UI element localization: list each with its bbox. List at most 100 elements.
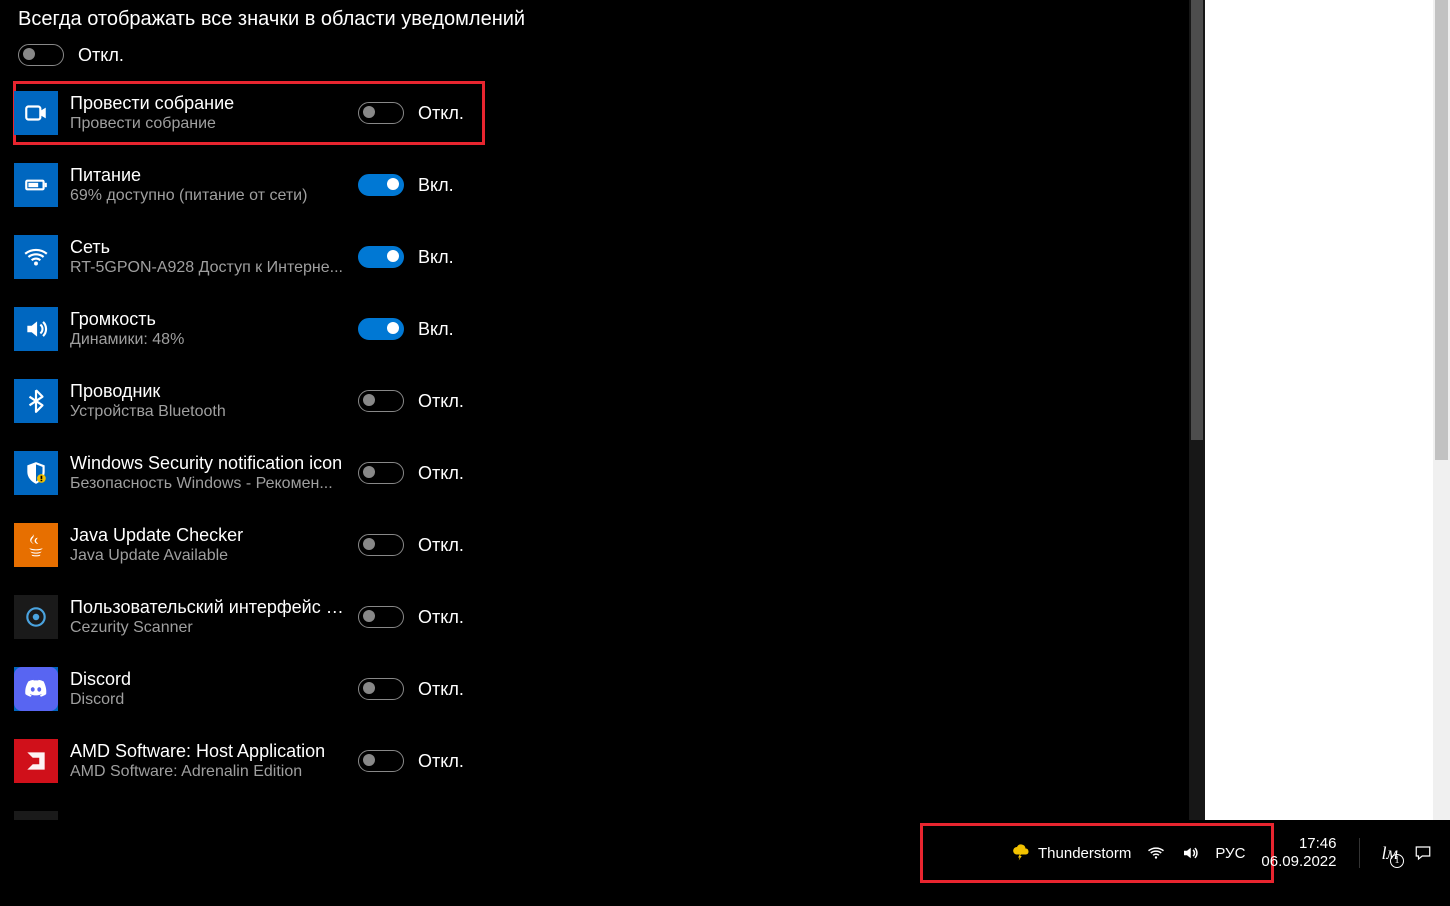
battery-icon xyxy=(14,163,58,207)
toggle-group: Вкл. xyxy=(358,246,454,268)
tray-separator xyxy=(1359,838,1360,868)
toggle-group: Откл. xyxy=(358,462,464,484)
toggle-label: Вкл. xyxy=(418,319,454,340)
weather-text: Thunderstorm xyxy=(1038,845,1131,862)
language-indicator[interactable]: РУС xyxy=(1215,845,1245,862)
amd-icon xyxy=(14,739,58,783)
master-toggle[interactable] xyxy=(18,44,64,66)
action-center-icon[interactable] xyxy=(1414,844,1432,862)
thunderstorm-icon xyxy=(1012,844,1030,862)
item-title: Сеть xyxy=(70,236,350,258)
item-labels: Провести собраниеПровести собрание xyxy=(70,92,350,134)
toggle[interactable] xyxy=(358,390,404,412)
scrollbar-thumb[interactable] xyxy=(1191,0,1203,440)
tray-icon-item-meet[interactable]: Провести собраниеПровести собрание Откл. xyxy=(14,82,484,144)
tray-icon-item-discord[interactable]: DiscordDiscord Откл. xyxy=(14,658,484,720)
tray-icon-item-cezurity[interactable]: Пользовательский интерфейс Cez...Cezurit… xyxy=(14,586,484,648)
item-labels: Пользовательский интерфейс Cez...Cezurit… xyxy=(70,596,350,638)
right-panel xyxy=(1205,0,1450,820)
item-labels: Java Update CheckerJava Update Available xyxy=(70,524,350,566)
settings-scrollbar[interactable] xyxy=(1189,0,1205,820)
toggle[interactable] xyxy=(358,678,404,700)
toggle-group: Вкл. xyxy=(358,318,454,340)
toggle[interactable] xyxy=(358,534,404,556)
toggle[interactable] xyxy=(358,750,404,772)
bluetooth-icon xyxy=(14,379,58,423)
clock-date: 06.09.2022 xyxy=(1261,853,1336,871)
toggle[interactable] xyxy=(358,102,404,124)
toggle-group: Вкл. xyxy=(358,174,454,196)
item-subtitle: Безопасность Windows - Рекомен... xyxy=(70,474,350,494)
settings-panel: Всегда отображать все значки в области у… xyxy=(0,0,1205,820)
item-subtitle: RT-5GPON-A928 Доступ к Интерне... xyxy=(70,258,350,278)
toggle[interactable] xyxy=(358,246,404,268)
toggle-label: Откл. xyxy=(418,535,464,556)
item-title: Пользовательский интерфейс Cez... xyxy=(70,596,350,618)
heading-always-show-icons: Всегда отображать все значки в области у… xyxy=(18,8,525,31)
discord-icon xyxy=(14,667,58,711)
tray-icon-item-battery[interactable]: Питание69% доступно (питание от сети) Вкл… xyxy=(14,154,484,216)
tray-icon-item-java[interactable]: Java Update CheckerJava Update Available… xyxy=(14,514,484,576)
steam-icon xyxy=(14,811,58,820)
clock-time: 17:46 xyxy=(1261,835,1336,853)
item-subtitle: Cezurity Scanner xyxy=(70,618,350,638)
cezurity-icon xyxy=(14,595,58,639)
toggle-label: Вкл. xyxy=(418,175,454,196)
java-icon xyxy=(14,523,58,567)
meet-icon xyxy=(14,91,58,135)
right-scrollbar[interactable] xyxy=(1433,0,1450,820)
item-title: Провести собрание xyxy=(70,92,350,114)
item-labels: DiscordDiscord xyxy=(70,668,350,710)
scrollbar-thumb[interactable] xyxy=(1435,0,1448,460)
volume-tray-icon[interactable] xyxy=(1181,844,1199,862)
item-subtitle: Динамики: 48% xyxy=(70,330,350,350)
weather-widget[interactable]: Thunderstorm xyxy=(1012,844,1131,862)
item-labels: ГромкостьДинамики: 48% xyxy=(70,308,350,350)
toggle[interactable] xyxy=(358,606,404,628)
toggle[interactable] xyxy=(358,318,404,340)
item-labels: Питание69% доступно (питание от сети) xyxy=(70,164,350,206)
toggle-label: Откл. xyxy=(418,103,464,124)
toggle-label: Откл. xyxy=(418,391,464,412)
item-subtitle: Провести собрание xyxy=(70,114,350,134)
toggle[interactable] xyxy=(358,174,404,196)
tray-icon-item-shield[interactable]: Windows Security notification iconБезопа… xyxy=(14,442,484,504)
item-labels: Windows Security notification iconБезопа… xyxy=(70,452,350,494)
item-title: AMD Software: Host Application xyxy=(70,740,350,762)
item-title: Проводник xyxy=(70,380,350,402)
ime-indicator[interactable]: lм1 xyxy=(1382,843,1399,864)
toggle-group: Откл. xyxy=(358,678,464,700)
master-toggle-label: Откл. xyxy=(78,45,124,66)
item-subtitle: 69% доступно (питание от сети) xyxy=(70,186,350,206)
toggle-label: Вкл. xyxy=(418,247,454,268)
toggle-group: Откл. xyxy=(358,390,464,412)
wifi-icon xyxy=(14,235,58,279)
item-title: Громкость xyxy=(70,308,350,330)
item-subtitle: Устройства Bluetooth xyxy=(70,402,350,422)
master-toggle-row: Откл. xyxy=(18,44,124,66)
tray-icon-item-volume[interactable]: ГромкостьДинамики: 48% Вкл. xyxy=(14,298,484,360)
toggle-label: Откл. xyxy=(418,751,464,772)
toggle[interactable] xyxy=(358,462,404,484)
icon-toggle-list: Провести собраниеПровести собраниеОткл.П… xyxy=(14,82,484,820)
toggle-label: Откл. xyxy=(418,463,464,484)
toggle-group: Откл. xyxy=(358,102,464,124)
item-labels: AMD Software: Host ApplicationAMD Softwa… xyxy=(70,740,350,782)
item-labels: СетьRT-5GPON-A928 Доступ к Интерне... xyxy=(70,236,350,278)
item-subtitle: Discord xyxy=(70,690,350,710)
toggle-group: Откл. xyxy=(358,606,464,628)
toggle-group: Откл. xyxy=(358,534,464,556)
shield-icon xyxy=(14,451,58,495)
tray-icon-item-steam[interactable]: SteamОткл. xyxy=(14,802,484,820)
tray-icon-item-bluetooth[interactable]: ПроводникУстройства Bluetooth Откл. xyxy=(14,370,484,432)
tray-icon-item-amd[interactable]: AMD Software: Host ApplicationAMD Softwa… xyxy=(14,730,484,792)
wifi-tray-icon[interactable] xyxy=(1147,844,1165,862)
item-title: Java Update Checker xyxy=(70,524,350,546)
toggle-label: Откл. xyxy=(418,607,464,628)
item-title: Windows Security notification icon xyxy=(70,452,350,474)
item-title: Discord xyxy=(70,668,350,690)
toggle-group: Откл. xyxy=(358,750,464,772)
tray-icon-item-wifi[interactable]: СетьRT-5GPON-A928 Доступ к Интерне... Вкл… xyxy=(14,226,484,288)
item-labels: ПроводникУстройства Bluetooth xyxy=(70,380,350,422)
clock[interactable]: 17:46 06.09.2022 xyxy=(1261,835,1336,871)
